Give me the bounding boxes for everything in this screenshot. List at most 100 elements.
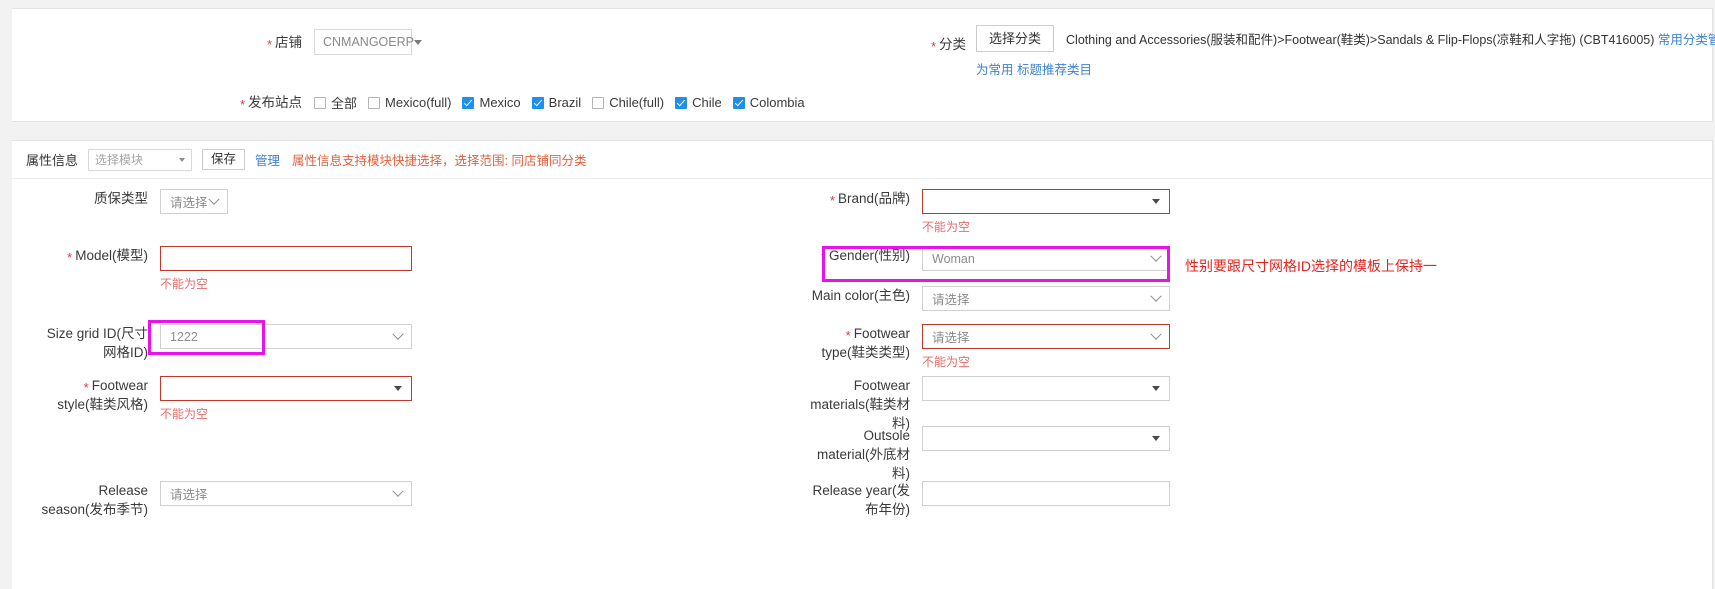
field-: 质保类型 请选择 — [40, 189, 228, 214]
field-label-text: Gender(性别) — [828, 248, 910, 263]
checkbox-checked-icon[interactable] — [732, 96, 745, 109]
field-label: Footwear materials(鞋类材料) — [802, 376, 910, 433]
attribute-info-panel: 属性信息 选择模块 保存 管理 属性信息支持模块快捷选择，选择范围: 同店铺同分… — [12, 140, 1713, 589]
publish-sites-field: * 发布站点 全部 Mexico(full) Mexico Brazil Chile(fu… — [224, 93, 816, 112]
field-label: * Brand(品牌) — [802, 189, 910, 208]
category-manage-link[interactable]: 常用分类管理 — [1658, 33, 1715, 47]
category-sub-links[interactable]: 为常用 标题推荐类目 — [976, 59, 1715, 78]
site-checkbox-label: Mexico(full) — [385, 95, 452, 110]
site-checkbox-chile[interactable]: Chile — [675, 95, 722, 110]
module-select[interactable]: 选择模块 — [88, 148, 193, 171]
chevron-down-icon — [1150, 328, 1162, 340]
field-label-text: Footwear style(鞋类风格) — [57, 378, 148, 412]
field-main-color: Main color(主色) 请选择 — [802, 286, 1170, 311]
category-path: Clothing and Accessories(服装和配件)>Footwear… — [1066, 29, 1715, 48]
field-label: Size grid ID(尺寸网格ID) — [40, 324, 148, 362]
field-label: * Gender(性别) — [802, 246, 910, 265]
chevron-down-icon — [392, 328, 404, 340]
field-value: Woman — [932, 251, 975, 266]
checkbox-icon[interactable] — [592, 96, 605, 109]
field-control-wrap: 不能为空 — [922, 189, 1170, 235]
category-label: * 分类 — [910, 25, 966, 54]
field-select[interactable] — [160, 376, 412, 401]
chevron-down-icon — [1152, 386, 1160, 391]
field-release-year: Release year(发布年份) — [802, 481, 1170, 519]
field-outsole-material: Outsole material(外底材料) — [802, 426, 1170, 483]
publish-sites-label-text: 发布站点 — [248, 95, 302, 110]
field-input[interactable] — [160, 246, 412, 271]
field-select[interactable]: Woman — [922, 246, 1170, 271]
field-control-wrap: 请选择 — [160, 189, 228, 214]
required-marker: * — [67, 250, 73, 265]
required-marker: * — [930, 39, 936, 54]
field-label-text: Release year(发布年份) — [812, 483, 910, 517]
category-row: 选择分类 Clothing and Accessories(服装和配件)>Foo… — [976, 25, 1715, 52]
chevron-down-icon — [1150, 290, 1162, 302]
site-checkbox-mexico-full-[interactable]: Mexico(full) — [368, 95, 451, 110]
field-value: 请选择 — [932, 293, 970, 307]
field-label-text: Outsole material(外底材料) — [816, 428, 910, 481]
checkbox-checked-icon[interactable] — [462, 96, 475, 109]
select-category-button[interactable]: 选择分类 — [976, 25, 1055, 52]
chevron-down-icon — [392, 485, 404, 497]
site-checkbox-mexico[interactable]: Mexico — [462, 95, 521, 110]
field-error-message: 不能为空 — [160, 277, 209, 291]
attribute-panel-title: 属性信息 — [26, 153, 79, 168]
category-label-text: 分类 — [939, 37, 966, 52]
save-button[interactable]: 保存 — [202, 148, 246, 171]
field-label-text: 质保类型 — [94, 191, 148, 206]
manage-link[interactable]: 管理 — [255, 150, 280, 169]
field-label-text: Release season(发布季节) — [41, 483, 148, 517]
field-label: * Footwear style(鞋类风格) — [40, 376, 148, 414]
field-footwear-style: * Footwear style(鞋类风格) 不能为空 — [40, 376, 412, 422]
field-label-text: Model(模型) — [75, 248, 148, 263]
shop-select[interactable]: CNMANGOERP — [314, 29, 422, 55]
field-select[interactable] — [922, 376, 1170, 401]
site-checkbox-label: Chile(full) — [609, 95, 665, 110]
site-checkbox-label: Colombia — [749, 95, 805, 110]
checkbox-icon[interactable] — [368, 96, 381, 109]
category-path-text: Clothing and Accessories(服装和配件)>Footwear… — [1066, 33, 1655, 47]
field-release-season: Release season(发布季节) 请选择 — [40, 481, 412, 519]
field-select[interactable] — [922, 189, 1170, 214]
chevron-down-icon — [394, 386, 402, 391]
required-marker: * — [83, 380, 89, 395]
field-label-text: Brand(品牌) — [837, 191, 910, 206]
field-value: 请选择 — [170, 196, 208, 210]
field-value: 1222 — [170, 329, 198, 344]
field-control-wrap: Woman — [922, 246, 1170, 271]
shop-label-text: 店铺 — [275, 34, 302, 50]
field-select[interactable]: 请选择 — [160, 481, 412, 506]
field-label: * Model(模型) — [40, 246, 148, 265]
site-checkbox-colombia[interactable]: Colombia — [732, 95, 805, 110]
field-value: 请选择 — [170, 488, 208, 502]
site-checkbox-chile-full-[interactable]: Chile(full) — [592, 95, 664, 110]
field-brand: * Brand(品牌) 不能为空 — [802, 189, 1170, 235]
page-root: * 店铺 CNMANGOERP * 分类 选择分类 Clothing and Acc… — [0, 0, 1715, 589]
field-select[interactable] — [922, 426, 1170, 451]
field-model: * Model(模型) 不能为空 — [40, 246, 412, 292]
annotation-note: 性别要跟尺寸网格ID选择的模板上保持一 — [1185, 258, 1437, 274]
field-gender: * Gender(性别) Woman — [802, 246, 1170, 271]
shop-field: * 店铺 CNMANGOERP — [240, 29, 422, 55]
field-input[interactable] — [922, 481, 1170, 506]
field-label: * Footwear type(鞋类类型) — [802, 324, 910, 362]
site-checkbox-brazil[interactable]: Brazil — [531, 95, 581, 110]
field-select[interactable]: 1222 — [160, 324, 412, 349]
shop-label: * 店铺 — [240, 33, 302, 52]
field-label: Release year(发布年份) — [802, 481, 910, 519]
field-label: 质保类型 — [40, 189, 148, 208]
site-checkbox--[interactable]: 全部 — [314, 93, 357, 112]
field-select[interactable]: 请选择 — [160, 189, 228, 214]
field-footwear-type: * Footwear type(鞋类类型) 请选择 不能为空 — [802, 324, 1170, 370]
checkbox-icon[interactable] — [314, 96, 326, 109]
field-size-grid-id-id: Size grid ID(尺寸网格ID) 1222 — [40, 324, 412, 362]
field-label: Outsole material(外底材料) — [802, 426, 910, 483]
checkbox-checked-icon[interactable] — [675, 96, 688, 109]
field-select[interactable]: 请选择 — [922, 286, 1170, 311]
field-select[interactable]: 请选择 — [922, 324, 1170, 349]
checkbox-checked-icon[interactable] — [531, 96, 544, 109]
site-checkbox-label: 全部 — [331, 96, 358, 111]
site-checkbox-label: Mexico — [479, 95, 521, 110]
site-checkbox-label: Chile — [692, 95, 722, 110]
